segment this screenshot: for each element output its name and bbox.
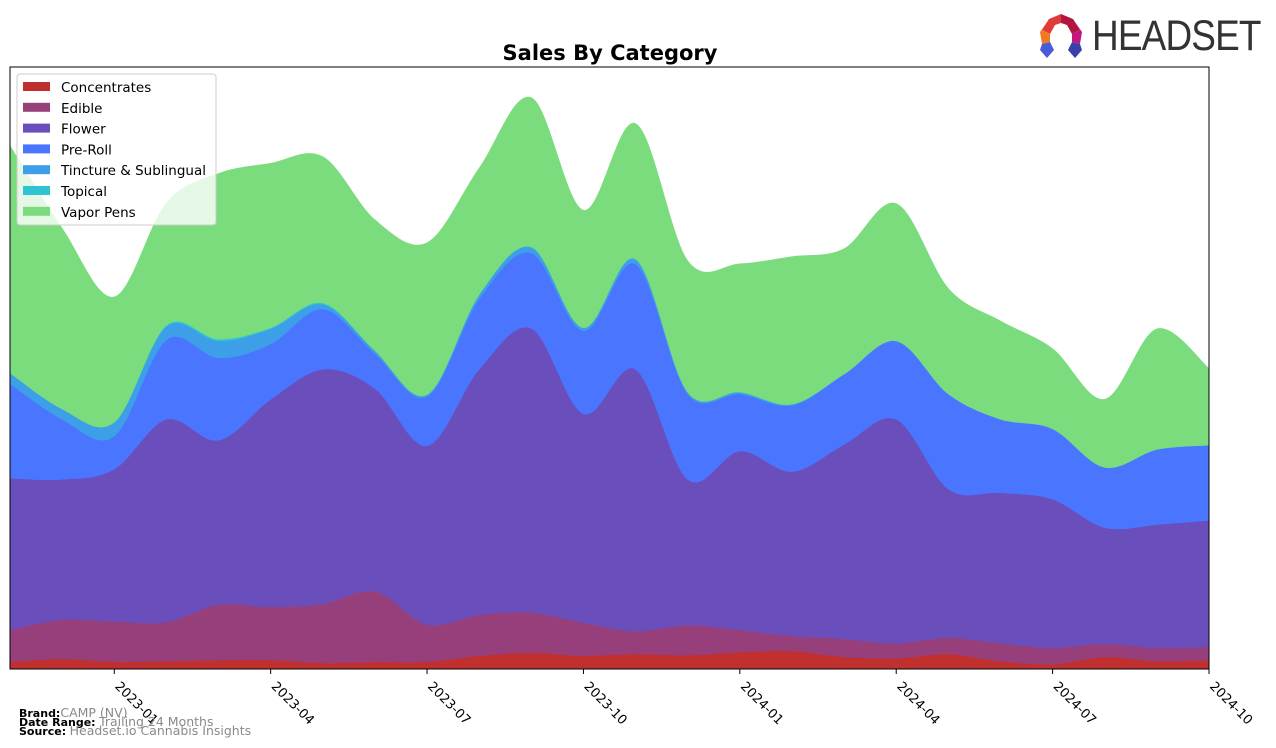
x-tick-label: 2024-10: [1206, 679, 1255, 728]
legend-label: Edible: [61, 101, 102, 117]
sales-by-category-chart: Sales By Category 2023-01 2023-04 2023-07 2…: [9, 41, 1255, 728]
source-value: Headset.io Cannabis Insights: [69, 723, 252, 738]
legend-swatch: [23, 186, 50, 195]
legend: Concentrates Edible Flower Pre-Roll Tincture…: [16, 73, 217, 226]
legend-label: Pre-Roll: [61, 142, 112, 158]
x-tick-label: 2023-10: [581, 679, 630, 728]
legend-label: Flower: [61, 122, 106, 138]
headset-logo-text: HEADSET: [1092, 12, 1262, 60]
headset-logo-icon: [1040, 14, 1082, 58]
legend-swatch: [23, 102, 50, 112]
legend-label: Concentrates: [61, 80, 151, 96]
headset-logo: HEADSET: [1036, 12, 1276, 60]
legend-swatch: [23, 206, 50, 216]
x-tick-label: 2024-01: [737, 679, 786, 728]
legend-swatch: [23, 82, 50, 91]
legend-label: Vapor Pens: [61, 205, 136, 221]
x-tick-label: 2023-07: [424, 679, 473, 728]
chart-footer: Brand:CAMP (NV) Date Range: Trailing 24 …: [19, 706, 252, 738]
legend-label: Topical: [60, 184, 107, 200]
legend-swatch: [23, 165, 50, 175]
legend-label: Tincture & Sublingual: [60, 163, 206, 179]
x-tick-label: 2024-07: [1050, 679, 1099, 728]
legend-swatch: [23, 123, 50, 133]
x-axis: 2023-01 2023-04 2023-07 2023-10 2024-01 2024-…: [111, 669, 1255, 728]
x-tick-label: 2024-04: [893, 679, 942, 728]
x-tick-label: 2023-04: [268, 679, 317, 728]
footer-source: Source: Headset.io Cannabis Insights: [19, 723, 252, 738]
legend-swatch: [23, 144, 50, 154]
chart-title: Sales By Category: [503, 41, 718, 65]
